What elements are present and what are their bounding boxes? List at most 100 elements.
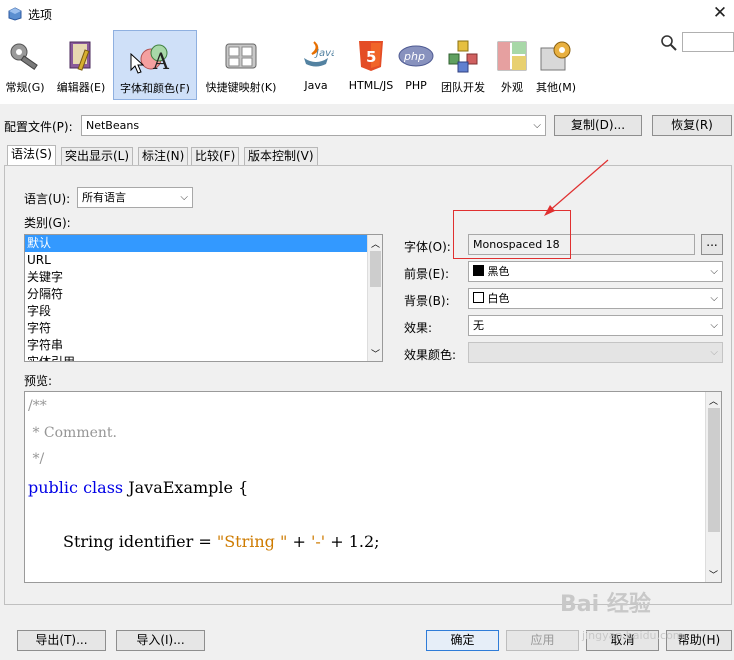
category-java[interactable]: Java Java — [286, 30, 346, 100]
chevron-down-icon: ⌵ — [710, 293, 718, 304]
category-php[interactable]: php PHP — [398, 30, 434, 100]
foreground-select[interactable]: 黑色 ⌵ — [468, 261, 723, 282]
appearance-icon — [497, 41, 527, 71]
restore-profile-button[interactable]: 恢复(R) — [652, 115, 732, 136]
category-html-js[interactable]: 5 HTML/JS — [346, 30, 396, 100]
scroll-thumb[interactable] — [370, 251, 381, 287]
effect-label: 效果: — [404, 321, 433, 335]
code-keyword: public — [28, 478, 78, 497]
java-icon: Java — [304, 41, 334, 67]
profile-select[interactable]: NetBeans ⌵ — [81, 115, 546, 136]
profile-value: NetBeans — [86, 119, 140, 132]
list-item[interactable]: 字符 — [25, 320, 382, 337]
scroll-up-icon[interactable]: ︿ — [371, 237, 380, 250]
category-label: 类别(G): — [24, 216, 71, 230]
list-item[interactable]: 字符串 — [25, 337, 382, 354]
scroll-thumb[interactable] — [708, 408, 720, 532]
search-icon — [661, 35, 677, 51]
foreground-label: 前景(E): — [404, 267, 449, 281]
watermark-logo: Bai 经验 — [560, 592, 651, 617]
tab-versioning[interactable]: 版本控制(V) — [244, 147, 318, 165]
category-label: Java — [304, 79, 328, 92]
list-item[interactable]: 默认 — [25, 235, 367, 252]
preview-label: 预览: — [24, 374, 53, 388]
code-class-line: public class JavaExample { — [28, 478, 248, 497]
category-fonts-colors[interactable]: A 字体和颜色(F) — [113, 30, 197, 100]
import-button[interactable]: 导入(I)... — [116, 630, 205, 651]
code-field-line: String identifier = "String " + '-' + 1.… — [63, 532, 380, 551]
copy-profile-button[interactable]: 复制(D)... — [554, 115, 642, 136]
font-chooser-button[interactable]: ... — [701, 234, 723, 255]
wrench-gear-icon — [10, 43, 38, 70]
category-editor[interactable]: 编辑器(E) — [50, 30, 112, 100]
apply-button: 应用 — [506, 630, 579, 651]
list-item[interactable]: 实体引用 — [25, 354, 382, 361]
profile-label: 配置文件(P): — [4, 120, 73, 134]
code-identifier: String identifier = — [63, 532, 217, 551]
code-string: "String " — [216, 532, 288, 551]
close-button[interactable]: ✕ — [708, 2, 732, 24]
preview-scrollbar[interactable]: ︿ ﹀ — [705, 392, 721, 582]
chevron-down-icon: ⌵ — [710, 320, 718, 331]
code-comment-line: */ — [28, 451, 45, 467]
scroll-down-icon[interactable]: ﹀ — [709, 568, 718, 581]
team-cubes-icon — [448, 40, 478, 73]
background-select[interactable]: 白色 ⌵ — [468, 288, 723, 309]
effect-color-select: ⌵ — [468, 342, 723, 363]
category-label: 团队开发 — [441, 81, 485, 94]
category-scrollbar[interactable]: ︿ ﹀ — [367, 235, 382, 361]
background-label: 背景(B): — [404, 294, 450, 308]
scroll-up-icon[interactable]: ︿ — [709, 394, 718, 407]
list-item[interactable]: 关键字 — [25, 269, 382, 286]
font-label: 字体(O): — [404, 240, 451, 254]
editor-book-icon — [69, 41, 91, 71]
list-item[interactable]: 字段 — [25, 303, 382, 320]
code-keyword: class — [83, 478, 124, 497]
watermark-url: jingyan.baidu.com — [582, 629, 684, 642]
category-keymap[interactable]: 快捷键映射(K) — [200, 30, 282, 100]
category-appearance[interactable]: 外观 — [494, 30, 530, 100]
app-cube-icon — [8, 7, 22, 21]
preview-pane[interactable]: /** * Comment. */ public class JavaExamp… — [24, 391, 722, 583]
title-bar: 选项 ✕ — [0, 0, 734, 28]
scroll-down-icon[interactable]: ﹀ — [371, 347, 380, 360]
language-value: 所有语言 — [82, 191, 126, 204]
list-item[interactable]: 分隔符 — [25, 286, 382, 303]
color-swatch — [473, 265, 484, 276]
misc-gears-icon — [540, 41, 571, 71]
svg-text:A: A — [152, 50, 170, 75]
list-item[interactable]: URL — [25, 252, 382, 269]
effect-select[interactable]: 无 ⌵ — [468, 315, 723, 336]
category-label: 外观 — [501, 81, 523, 94]
effect-color-label: 效果颜色: — [404, 348, 457, 362]
ok-button[interactable]: 确定 — [426, 630, 499, 651]
code-operator: + — [287, 532, 311, 551]
tab-annotations[interactable]: 标注(N) — [138, 147, 189, 165]
category-label: 编辑器(E) — [56, 81, 106, 94]
code-char: '-' — [310, 532, 326, 551]
tab-diff[interactable]: 比较(F) — [191, 147, 240, 165]
effect-value: 无 — [473, 319, 484, 332]
color-swatch — [473, 292, 484, 303]
tab-syntax[interactable]: 语法(S) — [7, 145, 56, 166]
language-select[interactable]: 所有语言 ⌵ — [77, 187, 193, 208]
category-label: 其他(M) — [535, 81, 577, 94]
tab-highlighting[interactable]: 突出显示(L) — [61, 147, 134, 165]
mouse-cursor-icon — [130, 53, 144, 74]
search-input[interactable] — [682, 32, 734, 52]
category-list[interactable]: 默认 URL 关键字 分隔符 字段 字符 字符串 实体引用 ︿ ﹀ — [24, 234, 383, 362]
category-team[interactable]: 团队开发 — [436, 30, 490, 100]
category-misc[interactable]: 其他(M) — [532, 30, 580, 100]
category-label: 快捷键映射(K) — [205, 81, 277, 94]
annotation-arrow-icon — [544, 159, 609, 216]
background-value: 白色 — [487, 292, 510, 305]
category-label: 常规(G) — [5, 81, 45, 94]
svg-text:Java: Java — [314, 48, 334, 59]
chevron-down-icon: ⌵ — [710, 347, 718, 358]
window-title: 选项 — [28, 8, 53, 22]
category-label: 字体和颜色(F) — [120, 82, 190, 95]
code-identifier: JavaExample { — [128, 478, 249, 497]
category-general[interactable]: 常规(G) — [2, 30, 48, 100]
export-button[interactable]: 导出(T)... — [17, 630, 106, 651]
chevron-down-icon: ⌵ — [180, 192, 188, 203]
